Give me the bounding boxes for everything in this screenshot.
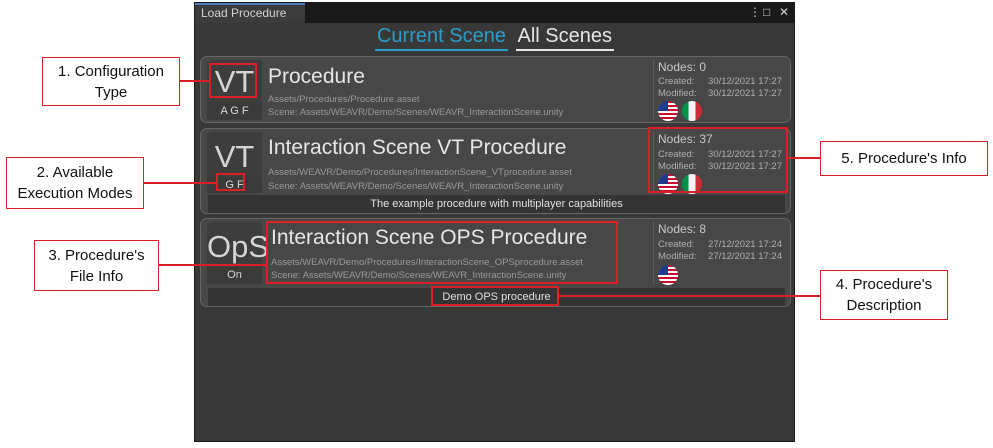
annotation-configuration-type: 1. Configuration Type [42, 57, 180, 106]
procedure-asset-path: Assets/WEAVR/Demo/Procedures/Interaction… [268, 167, 572, 178]
procedure-type-badge: OpS On [207, 222, 270, 284]
annotation-leader-line [144, 182, 216, 184]
italy-flag-icon[interactable] [682, 101, 702, 121]
modified-date: 30/12/2021 17:27 [708, 88, 782, 99]
annotation-leader-line [559, 295, 821, 297]
nodes-count: Nodes: 0 [658, 60, 707, 74]
annotation-leader-line [159, 264, 266, 266]
created-label: Created: [658, 76, 695, 87]
window-tab[interactable]: Load Procedure [195, 3, 305, 23]
window-titlebar: Load Procedure ⋮ □ ✕ [195, 3, 794, 23]
highlight-description [431, 286, 559, 306]
modified-row: Modified: 27/12/2021 17:24 [658, 251, 782, 263]
annotation-file-info: 3. Procedure's File Info [34, 240, 159, 291]
annotation-leader-line [788, 157, 820, 159]
procedure-title: Interaction Scene VT Procedure [268, 136, 567, 159]
us-flag-icon[interactable] [658, 265, 678, 285]
annotation-procedure-info: 5. Procedure's Info [820, 141, 988, 176]
annotation-leader-line [180, 80, 209, 82]
procedure-scene-path: Scene: Assets/WEAVR/Demo/Scenes/WEAVR_In… [268, 181, 564, 192]
annotation-description: 4. Procedure's Description [820, 270, 948, 320]
procedure-asset-path: Assets/Procedures/Procedure.asset [268, 94, 420, 105]
highlight-procedure-info [648, 127, 788, 193]
configuration-type-label: VT [214, 139, 255, 174]
highlight-execution-modes [216, 173, 245, 191]
close-icon[interactable]: ✕ [779, 4, 789, 20]
created-row: Created: 30/12/2021 17:27 [658, 76, 782, 88]
modified-label: Modified: [658, 88, 697, 99]
created-date: 27/12/2021 17:24 [708, 239, 782, 250]
tab-current-scene[interactable]: Current Scene [374, 25, 508, 51]
tab-all-scenes[interactable]: All Scenes [515, 25, 615, 51]
modified-date: 27/12/2021 17:24 [708, 251, 782, 262]
procedure-title: Procedure [268, 65, 365, 88]
created-label: Created: [658, 239, 695, 250]
execution-modes-label: On [207, 267, 262, 283]
nodes-count: Nodes: 8 [658, 222, 707, 236]
highlight-file-info [266, 221, 618, 284]
modified-label: Modified: [658, 251, 697, 262]
annotation-execution-modes: 2. Available Execution Modes [6, 157, 144, 209]
configuration-type-label: OpS [207, 229, 270, 264]
procedure-scene-path: Scene: Assets/WEAVR/Demo/Scenes/WEAVR_In… [268, 107, 564, 118]
highlight-configuration-type [209, 63, 257, 98]
created-row: Created: 27/12/2021 17:24 [658, 239, 782, 251]
maximize-icon[interactable]: □ [763, 4, 770, 20]
more-vertical-icon[interactable]: ⋮ [749, 4, 761, 20]
procedure-info: Nodes: 0 Created: 30/12/2021 17:27 Modifi… [653, 60, 785, 121]
modified-row: Modified: 30/12/2021 17:27 [658, 88, 782, 100]
execution-modes-label: A G F [207, 103, 262, 119]
procedure-info: Nodes: 8 Created: 27/12/2021 17:24 Modifi… [653, 222, 785, 285]
procedure-description: The example procedure with multiplayer c… [208, 195, 785, 213]
scene-tabs: Current Scene All Scenes [195, 25, 794, 51]
procedure-card[interactable]: VT A G F Procedure Assets/Procedures/Pro… [200, 56, 791, 123]
us-flag-icon[interactable] [658, 101, 678, 121]
created-date: 30/12/2021 17:27 [708, 76, 782, 87]
